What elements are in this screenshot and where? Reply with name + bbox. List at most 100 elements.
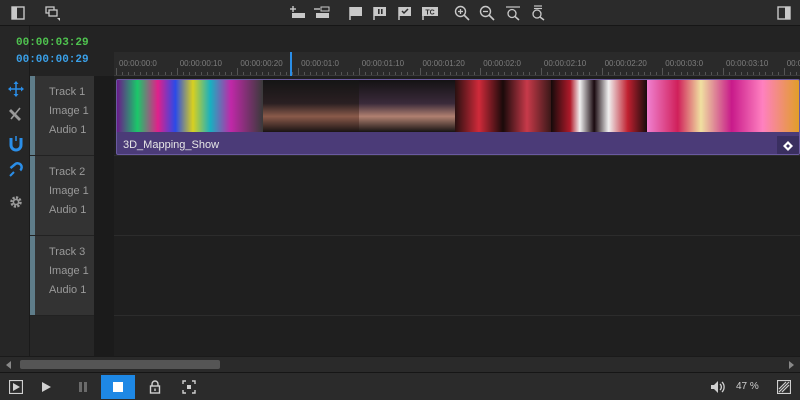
lane-divider: [114, 235, 800, 236]
marker-icon[interactable]: [370, 3, 390, 23]
thumbnail: [551, 80, 647, 132]
fit-screen-icon[interactable]: [179, 377, 199, 397]
ruler-tick: [243, 72, 245, 75]
video-clip[interactable]: 3D_Mapping_Show: [116, 79, 800, 155]
time-ruler[interactable]: 00:00:00:0 00:00:00:10 00:00:00:20 00:00:01…: [114, 52, 800, 76]
zoom-out-icon[interactable]: [477, 3, 497, 23]
track-audio-label: Audio 1: [49, 204, 87, 216]
ruler-tick: [413, 72, 415, 75]
ruler-tick: [461, 72, 463, 75]
ruler-tick: [650, 72, 652, 75]
pause-icon[interactable]: [73, 377, 93, 397]
ruler-tick: [480, 68, 482, 75]
duration-timecode: 00:00:00:29: [16, 54, 89, 66]
ruler-tick: [164, 72, 166, 75]
ruler-tick: [146, 72, 148, 75]
timecode-icon[interactable]: TC: [420, 3, 440, 23]
tc-label: TC: [425, 10, 434, 17]
ruler-tick: [455, 72, 457, 75]
grid-view-icon[interactable]: [774, 377, 794, 397]
flag-icon[interactable]: [346, 3, 366, 23]
remove-track-icon[interactable]: [312, 3, 332, 23]
stop-button[interactable]: [101, 375, 135, 399]
thumbnail: [117, 80, 263, 132]
ruler-tick: [419, 68, 421, 75]
ruler-tick: [468, 72, 470, 75]
scrollbar-thumb[interactable]: [20, 360, 220, 369]
ruler-label: 00:00:01:0: [301, 59, 339, 68]
ruler-tick: [504, 72, 506, 75]
ruler-label: 00:00:01:10: [361, 59, 405, 68]
razor-tool-icon[interactable]: [6, 104, 26, 124]
track-image-label: Image 1: [49, 105, 89, 117]
track-image-label: Image 1: [49, 265, 89, 277]
ruler-tick: [747, 72, 749, 75]
panel-toggle-icon[interactable]: [8, 3, 28, 23]
ruler-tick: [546, 72, 548, 75]
ruler-tick: [668, 72, 670, 75]
ruler-tick: [534, 72, 536, 75]
ruler-tick: [698, 72, 700, 75]
playhead[interactable]: [290, 52, 292, 76]
track-header-2[interactable]: Track 2 Image 1 Audio 1: [30, 156, 94, 236]
ruler-tick: [158, 72, 160, 75]
ruler-tick: [474, 72, 476, 75]
ruler-tick: [662, 68, 664, 75]
track-header-3[interactable]: Track 3 Image 1 Audio 1: [30, 236, 94, 316]
scroll-right-icon[interactable]: [789, 361, 794, 369]
ruler-tick: [443, 72, 445, 75]
ruler-tick: [316, 72, 318, 75]
lock-icon[interactable]: [145, 377, 165, 397]
zoom-fit-icon[interactable]: [503, 3, 523, 23]
ruler-tick: [577, 72, 579, 75]
ruler-tick: [425, 72, 427, 75]
ruler-label: 00:00:02:20: [604, 59, 647, 68]
ruler-tick: [249, 72, 251, 75]
link-icon[interactable]: [6, 160, 26, 180]
ruler-tick: [255, 72, 257, 75]
magnet-icon[interactable]: [6, 134, 26, 154]
zoom-in-icon[interactable]: [452, 3, 472, 23]
ruler-tick: [777, 72, 779, 75]
keyframe-icon[interactable]: [777, 136, 799, 154]
ruler-tick: [407, 72, 409, 75]
settings-icon[interactable]: [6, 192, 26, 212]
check-flag-icon[interactable]: [395, 3, 415, 23]
ruler-tick: [553, 72, 555, 75]
ruler-tick: [638, 72, 640, 75]
ruler-tick: [437, 72, 439, 75]
ruler-tick: [200, 72, 202, 75]
ruler-tick: [285, 72, 287, 75]
panel-right-toggle-icon[interactable]: [774, 3, 794, 23]
ruler-tick: [631, 72, 633, 75]
ruler-tick: [207, 72, 209, 75]
scroll-left-icon[interactable]: [6, 361, 11, 369]
play-icon[interactable]: [36, 377, 56, 397]
ruler-tick: [152, 72, 154, 75]
ruler-tick: [589, 72, 591, 75]
track-audio-label: Audio 1: [49, 124, 87, 136]
ruler-tick: [449, 72, 451, 75]
ruler-tick: [194, 72, 196, 75]
zoom-reset-icon[interactable]: [528, 3, 548, 23]
track-header-1[interactable]: Track 1 Image 1 Audio 1: [30, 76, 94, 156]
add-track-icon[interactable]: [288, 3, 308, 23]
thumbnail: [647, 80, 799, 132]
track-name: Track 2: [49, 166, 86, 178]
stop-icon: [113, 382, 123, 392]
ruler-tick: [510, 72, 512, 75]
ruler-tick: [431, 72, 433, 75]
layers-icon[interactable]: [42, 3, 62, 23]
ruler-tick: [656, 72, 658, 75]
ruler-tick: [601, 68, 603, 75]
ruler-tick: [122, 72, 124, 75]
play-outline-icon[interactable]: [6, 377, 26, 397]
move-tool-icon[interactable]: [6, 79, 26, 99]
horizontal-scrollbar[interactable]: [0, 356, 800, 372]
ruler-tick: [686, 72, 688, 75]
ruler-tick: [595, 72, 597, 75]
volume-icon[interactable]: [708, 377, 728, 397]
lane-divider: [114, 315, 800, 316]
ruler-tick: [170, 72, 172, 75]
ruler-tick: [370, 72, 372, 75]
